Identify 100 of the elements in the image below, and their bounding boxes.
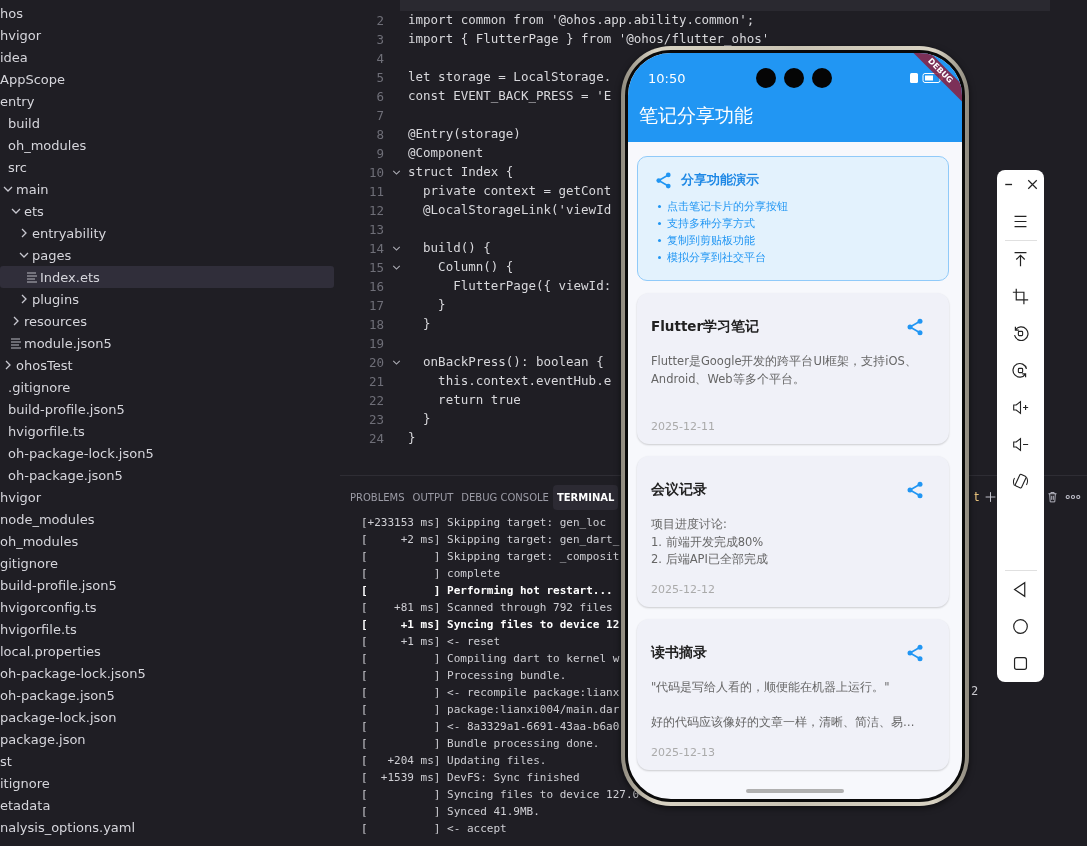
- info-title: 分享功能演示: [681, 172, 759, 189]
- tree-item[interactable]: itignore: [0, 772, 334, 794]
- note-title: 会议记录: [651, 481, 707, 499]
- tree-item[interactable]: idea: [0, 46, 334, 68]
- panel-tab[interactable]: OUTPUT: [408, 484, 458, 510]
- recent-apps-icon[interactable]: [1012, 655, 1029, 672]
- tree-item[interactable]: hvigor: [0, 486, 334, 508]
- line-number: 21: [368, 374, 384, 389]
- tree-item-label: oh-package-lock.json5: [0, 665, 146, 681]
- bullet-text: 支持多种分享方式: [667, 216, 755, 231]
- terminal-line: [ ] complete: [361, 566, 501, 582]
- rotate-left-icon[interactable]: [1012, 325, 1029, 342]
- tree-item[interactable]: build-profile.json5: [0, 398, 334, 420]
- line-number: 12: [368, 203, 384, 218]
- code-line: Column() {: [437, 261, 514, 274]
- terminal-line: [ ] Performing hot restart...: [361, 583, 613, 599]
- tree-item[interactable]: oh-package-lock.json5: [0, 662, 334, 684]
- share-icon[interactable]: [654, 171, 673, 190]
- tree-item[interactable]: node_modules: [0, 508, 334, 530]
- line-number: 24: [368, 431, 384, 446]
- code-line: let storage = LocalStorage.: [408, 71, 612, 84]
- note-card[interactable]: 会议记录 项目进度讨论: 1. 前端开发完成80% 2. 后端API已全部完成 2025-12-12: [637, 456, 949, 607]
- terminal-line: [ ] <- recompile package:lianx: [361, 685, 620, 701]
- tree-item-label: hvigor: [0, 27, 42, 43]
- line-number: 19: [368, 336, 384, 351]
- tree-item[interactable]: entry: [0, 90, 334, 112]
- tree-item[interactable]: AppScope: [0, 68, 334, 90]
- tree-item-label: pages: [32, 247, 72, 263]
- tree-item[interactable]: oh-package.json5: [0, 464, 334, 486]
- tree-item[interactable]: src: [0, 156, 334, 178]
- volume-down-icon[interactable]: [1012, 436, 1029, 453]
- tree-item[interactable]: oh_modules: [0, 134, 334, 156]
- phone-rotate-icon[interactable]: [1012, 473, 1029, 490]
- home-icon[interactable]: [1012, 618, 1029, 635]
- panel-tab[interactable]: PROBLEMS: [346, 484, 409, 510]
- tree-item[interactable]: nalysis_options.yaml: [0, 816, 334, 838]
- note-card[interactable]: 读书摘录 "代码是写给人看的，顺便能在机器上运行。" 好的代码应该像好的文章一样，清晰、简洁、易… 2025-12-13: [637, 619, 949, 770]
- tree-item[interactable]: hvigor: [0, 24, 334, 46]
- menu-icon[interactable]: [1012, 213, 1029, 230]
- tree-item[interactable]: main: [0, 178, 334, 200]
- tree-item-label: hvigorfile.ts: [8, 423, 85, 439]
- tree-item-label: package-lock.json: [0, 709, 117, 725]
- arrow-up-to-line-icon[interactable]: [1012, 251, 1029, 268]
- tree-item[interactable]: oh-package-lock.json5: [0, 442, 334, 464]
- tree-item-label: etadata: [0, 797, 51, 813]
- tree-item[interactable]: gitignore: [0, 552, 334, 574]
- tree-item[interactable]: Index.ets: [0, 266, 334, 288]
- tree-item[interactable]: oh-package.json5: [0, 684, 334, 706]
- tree-item[interactable]: package.json: [0, 728, 334, 750]
- tree-item[interactable]: build-profile.json5: [0, 574, 334, 596]
- tree-item[interactable]: .gitignore: [0, 376, 334, 398]
- tree-item[interactable]: oh_modules: [0, 530, 334, 552]
- tree-item-label: resources: [24, 313, 87, 329]
- volume-up-icon[interactable]: [1012, 399, 1029, 416]
- line-number: 16: [368, 279, 384, 294]
- tree-item-label: hos: [0, 5, 23, 21]
- line-number: 4: [376, 51, 384, 66]
- tree-item[interactable]: ets: [0, 200, 334, 222]
- tree-item[interactable]: build: [0, 112, 334, 134]
- line-number: 15: [368, 260, 384, 275]
- tree-item[interactable]: hvigorconfig.ts: [0, 596, 334, 618]
- tree-item[interactable]: hos: [0, 2, 334, 24]
- share-icon[interactable]: [905, 643, 925, 663]
- line-number: 13: [368, 222, 384, 237]
- tree-item[interactable]: pages: [0, 244, 334, 266]
- trash-icon[interactable]: [1046, 490, 1059, 504]
- tree-item[interactable]: ohosTest: [0, 354, 334, 376]
- line-number: 22: [368, 393, 384, 408]
- bullet-text: 复制到剪贴板功能: [667, 233, 755, 248]
- tree-item[interactable]: local.properties: [0, 640, 334, 662]
- tree-item[interactable]: package-lock.json: [0, 706, 334, 728]
- terminal-line: [ ] Processing bundle.: [361, 668, 567, 684]
- rotate-right-icon[interactable]: [1012, 362, 1029, 379]
- tree-item-label: gitignore: [0, 555, 59, 571]
- tree-item[interactable]: hvigorfile.ts: [0, 618, 334, 640]
- share-icon[interactable]: [905, 317, 925, 337]
- terminal-text: 2: [971, 684, 979, 698]
- code-line: import { FlutterPage } from '@ohos/flutter_ohos': [408, 33, 770, 46]
- tree-item-label: Index.ets: [40, 269, 100, 285]
- panel-tab[interactable]: DEBUG CONSOLE: [457, 484, 553, 510]
- tree-item-label: itignore: [0, 775, 50, 791]
- bullet-icon: [658, 222, 661, 225]
- code-line: }: [422, 318, 431, 331]
- tree-item[interactable]: etadata: [0, 794, 334, 816]
- tree-item[interactable]: plugins: [0, 288, 334, 310]
- line-number: 7: [376, 108, 384, 123]
- panel-tab[interactable]: TERMINAL: [552, 484, 619, 510]
- tree-item[interactable]: entryability: [0, 222, 334, 244]
- line-number: 14: [368, 241, 384, 256]
- file-lines-icon: [24, 269, 40, 285]
- tree-item[interactable]: hvigorfile.ts: [0, 420, 334, 442]
- tree-item[interactable]: module.json5: [0, 332, 334, 354]
- tree-item[interactable]: st: [0, 750, 334, 772]
- crop-icon[interactable]: [1012, 288, 1029, 305]
- note-card[interactable]: Flutter学习笔记 Flutter是Google开发的跨平台UI框架，支持iOS、Android、Web等多个平台。 2025-12-11: [637, 293, 949, 444]
- add-icon[interactable]: [984, 490, 997, 504]
- share-icon[interactable]: [905, 480, 925, 500]
- terminal-line: [ ] <- accept: [361, 821, 507, 837]
- code-line: struct Index {: [408, 166, 514, 179]
- tree-item[interactable]: resources: [0, 310, 334, 332]
